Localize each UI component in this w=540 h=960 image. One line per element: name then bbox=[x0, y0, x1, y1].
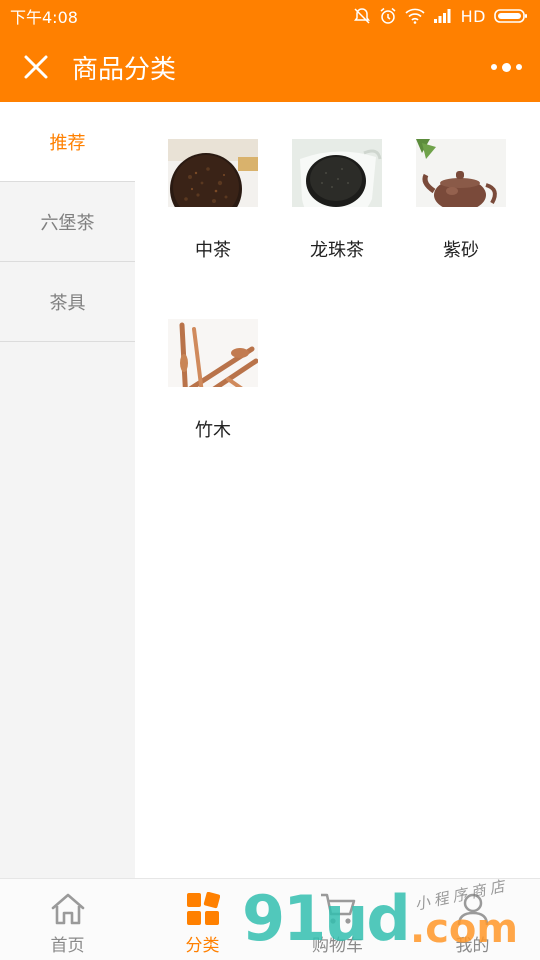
home-icon bbox=[48, 889, 88, 929]
app-screen: 下午4:08 HD 商品分类 推荐 六堡茶 茶具 中茶 龙珠茶 紫砂 竹木 首页… bbox=[0, 0, 540, 960]
network-type: HD bbox=[460, 6, 486, 26]
status-icons: HD bbox=[353, 7, 528, 26]
category-item-zisha[interactable]: 紫砂 bbox=[406, 102, 516, 262]
title-bar: 商品分类 bbox=[0, 32, 540, 102]
category-icon bbox=[183, 889, 223, 929]
more-dots-icon bbox=[490, 64, 497, 70]
tab-label: 购物车 bbox=[312, 936, 363, 956]
more-dot-right bbox=[515, 64, 522, 70]
status-bar: 下午4:08 HD bbox=[0, 0, 540, 32]
sidebar-item-label: 六堡茶 bbox=[40, 212, 95, 234]
tab-profile[interactable]: 我的 bbox=[405, 879, 540, 960]
sidebar-item-label: 茶具 bbox=[49, 292, 86, 314]
sidebar-item-label: 推荐 bbox=[49, 132, 86, 154]
more-button[interactable] bbox=[486, 50, 526, 84]
more-dot-center bbox=[501, 62, 511, 72]
cart-icon bbox=[318, 889, 358, 929]
clay-teapot-image bbox=[416, 139, 506, 207]
category-grid: 中茶 龙珠茶 紫砂 竹木 bbox=[135, 102, 540, 878]
sidebar-item-tea-ware[interactable]: 茶具 bbox=[0, 262, 135, 342]
tab-home[interactable]: 首页 bbox=[0, 879, 135, 960]
dark-tea-cake-image bbox=[168, 139, 258, 207]
category-item-zhumu[interactable]: 竹木 bbox=[158, 282, 268, 442]
status-time: 下午4:08 bbox=[10, 8, 78, 27]
page-title: 商品分类 bbox=[72, 54, 177, 85]
category-item-longzhu-tea[interactable]: 龙珠茶 bbox=[282, 102, 392, 262]
signal-icon bbox=[433, 8, 453, 24]
wifi-icon bbox=[405, 8, 425, 24]
category-sidebar: 推荐 六堡茶 茶具 bbox=[0, 102, 135, 878]
sidebar-item-recommend[interactable]: 推荐 bbox=[0, 102, 135, 182]
tab-label: 分类 bbox=[185, 936, 220, 956]
category-item-zhongcha[interactable]: 中茶 bbox=[158, 102, 268, 262]
tab-label: 首页 bbox=[50, 936, 85, 956]
alarm-icon bbox=[379, 7, 397, 25]
category-label: 龙珠茶 bbox=[310, 240, 364, 261]
sidebar-item-liubao-tea[interactable]: 六堡茶 bbox=[0, 182, 135, 262]
category-label: 中茶 bbox=[195, 240, 231, 261]
user-icon bbox=[453, 889, 493, 929]
black-tea-leaves-image bbox=[292, 139, 382, 207]
tab-label: 我的 bbox=[455, 936, 490, 956]
close-icon bbox=[24, 55, 48, 79]
bottom-tab-bar: 首页 分类 购物车 我的 bbox=[0, 878, 540, 960]
tab-cart[interactable]: 购物车 bbox=[270, 879, 405, 960]
tab-category[interactable]: 分类 bbox=[135, 879, 270, 960]
category-label: 竹木 bbox=[195, 420, 231, 441]
mute-bell-icon bbox=[353, 7, 371, 25]
close-button[interactable] bbox=[0, 32, 72, 102]
battery-icon bbox=[494, 8, 528, 24]
category-label: 紫砂 bbox=[443, 240, 479, 261]
bamboo-tea-tools-image bbox=[168, 319, 258, 387]
